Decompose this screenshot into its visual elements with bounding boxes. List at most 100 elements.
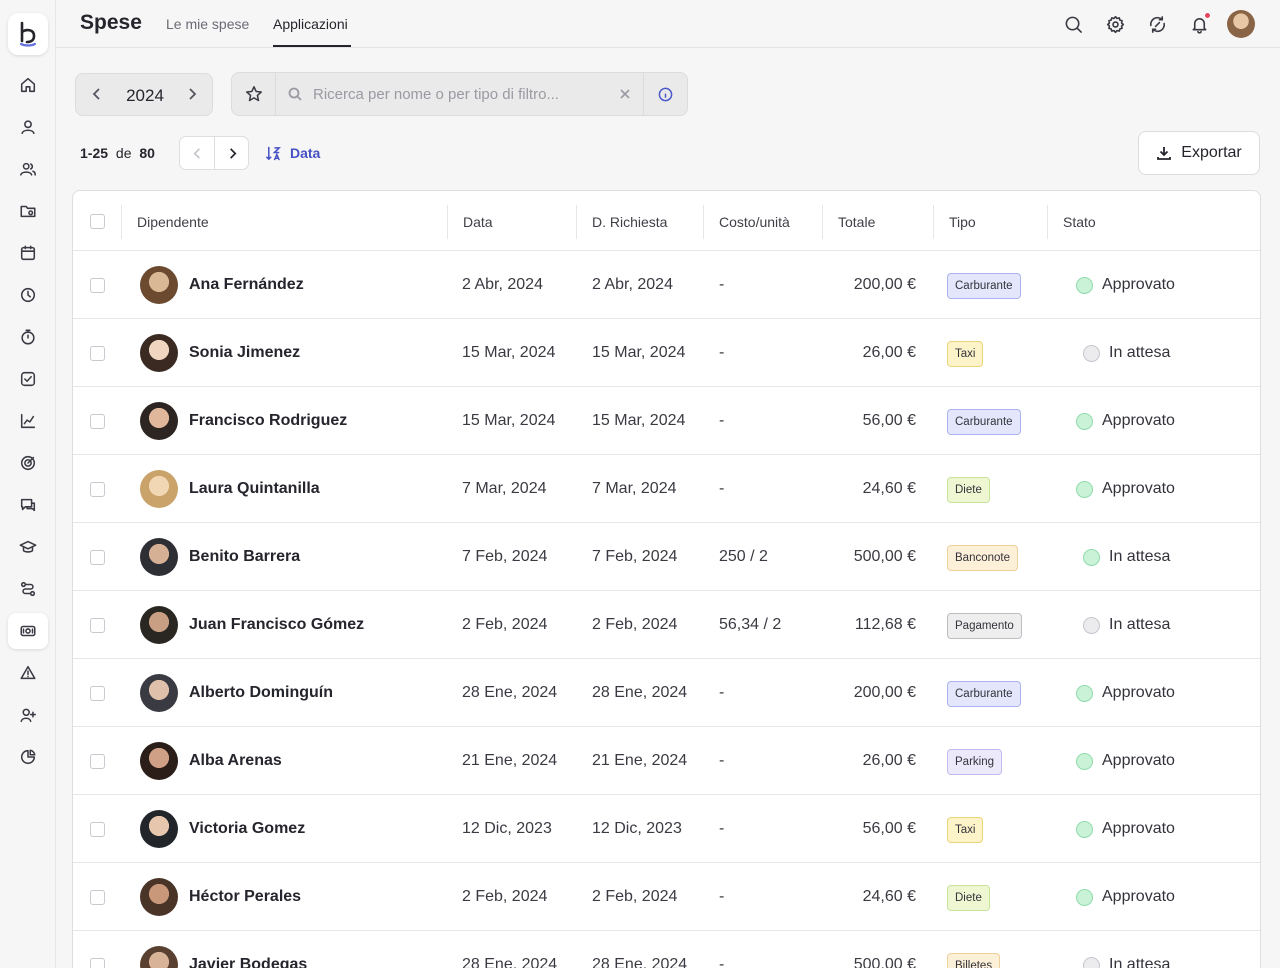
sort-label: Data xyxy=(290,145,321,161)
sidebar-item-home[interactable] xyxy=(8,67,48,103)
request-date: 7 Feb, 2024 xyxy=(592,548,678,565)
column-header-richiesta[interactable]: D. Richiesta xyxy=(592,214,667,230)
expense-total: 200,00 € xyxy=(853,276,916,293)
sidebar-item-user-plus[interactable] xyxy=(8,697,48,733)
updates-rocket-icon[interactable] xyxy=(1146,13,1168,35)
home-icon xyxy=(20,77,36,93)
employee-name[interactable]: Javier Bodegas xyxy=(189,956,307,968)
expense-total: 500,00 € xyxy=(853,956,916,968)
unit-cost: - xyxy=(719,412,725,429)
search-input[interactable] xyxy=(313,83,603,105)
employee-name[interactable]: Héctor Perales xyxy=(189,888,301,906)
graduation-cap-icon xyxy=(19,540,37,553)
employee-name[interactable]: Sonia Jimenez xyxy=(189,344,300,362)
column-divider xyxy=(447,205,448,239)
top-bar: Spese Le mie spese Applicazioni xyxy=(56,0,1280,48)
table-row[interactable]: Francisco Rodriguez 15 Mar, 2024 15 Mar, 2… xyxy=(73,387,1260,455)
row-checkbox[interactable] xyxy=(90,346,105,361)
table-row[interactable]: Victoria Gomez 12 Dic, 2023 12 Dic, 2023 - 5… xyxy=(73,795,1260,863)
sidebar-item-chat[interactable] xyxy=(8,487,48,523)
table-row[interactable]: Héctor Perales 2 Feb, 2024 2 Feb, 2024 - 24,… xyxy=(73,863,1260,931)
row-checkbox[interactable] xyxy=(90,958,105,968)
sidebar-item-calendar[interactable] xyxy=(8,235,48,271)
expense-type-tag: Taxi xyxy=(947,817,984,843)
previous-page-button[interactable] xyxy=(180,137,215,169)
request-date: 21 Ene, 2024 xyxy=(592,752,688,769)
export-button[interactable]: Exportar xyxy=(1138,131,1260,175)
request-date: 28 Ene, 2024 xyxy=(592,684,688,701)
request-date: 28 Ene, 2024 xyxy=(592,956,688,968)
request-date: 12 Dic, 2023 xyxy=(592,820,682,837)
row-checkbox[interactable] xyxy=(90,618,105,633)
table-row[interactable]: Ana Fernández 2 Abr, 2024 2 Abr, 2024 - 200,… xyxy=(73,251,1260,319)
expense-type-tag: Pagamento xyxy=(947,613,1022,639)
sidebar-item-stopwatch[interactable] xyxy=(8,319,48,355)
employee-name[interactable]: Benito Barrera xyxy=(189,548,300,566)
folder-icon xyxy=(20,205,36,218)
sidebar-item-chart[interactable] xyxy=(8,403,48,439)
employee-name[interactable]: Victoria Gomez xyxy=(189,820,305,838)
table-row[interactable]: Juan Francisco Gómez 2 Feb, 2024 2 Feb, 20… xyxy=(73,591,1260,659)
request-date: 2 Abr, 2024 xyxy=(592,276,673,293)
table-row[interactable]: Alba Arenas 21 Ene, 2024 21 Ene, 2024 - 26,0… xyxy=(73,727,1260,795)
sidebar-item-workflow[interactable] xyxy=(8,571,48,607)
sidebar-item-user[interactable] xyxy=(8,109,48,145)
table-row[interactable]: Sonia Jimenez 15 Mar, 2024 15 Mar, 2024 - 26… xyxy=(73,319,1260,387)
sidebar-item-graduation-cap[interactable] xyxy=(8,529,48,565)
next-page-button[interactable] xyxy=(215,137,250,169)
row-checkbox[interactable] xyxy=(90,754,105,769)
row-checkbox[interactable] xyxy=(90,550,105,565)
column-header-data[interactable]: Data xyxy=(463,214,493,230)
employee-name[interactable]: Juan Francisco Gómez xyxy=(189,616,364,634)
employee-name[interactable]: Francisco Rodriguez xyxy=(189,412,347,430)
clear-icon[interactable] xyxy=(619,88,631,100)
sort-by-date-button[interactable]: Data xyxy=(265,144,320,162)
column-header-totale[interactable]: Totale xyxy=(838,214,875,230)
sidebar-item-folder[interactable] xyxy=(8,193,48,229)
table-row[interactable]: Javier Bodegas 28 Ene, 2024 28 Ene, 2024 - 5… xyxy=(73,931,1260,968)
column-divider xyxy=(822,205,823,239)
sidebar-item-users[interactable] xyxy=(8,151,48,187)
column-header-dipendente[interactable]: Dipendente xyxy=(137,214,209,230)
favorite-star-button[interactable] xyxy=(232,73,276,115)
tab-le-mie-spese[interactable]: Le mie spese xyxy=(166,16,249,32)
column-header-tipo[interactable]: Tipo xyxy=(949,214,976,230)
row-checkbox[interactable] xyxy=(90,414,105,429)
expenses-icon xyxy=(20,625,36,637)
notifications-bell-icon[interactable] xyxy=(1188,12,1211,35)
chevron-right-icon[interactable] xyxy=(185,87,199,101)
sidebar-item-pie-chart[interactable] xyxy=(8,739,48,775)
row-checkbox[interactable] xyxy=(90,890,105,905)
employee-name[interactable]: Alba Arenas xyxy=(189,752,282,770)
row-checkbox[interactable] xyxy=(90,278,105,293)
sidebar-item-clock[interactable] xyxy=(8,277,48,313)
avatar xyxy=(140,606,178,644)
info-icon xyxy=(658,87,673,101)
settings-gear-icon[interactable] xyxy=(1104,13,1126,35)
row-checkbox[interactable] xyxy=(90,822,105,837)
tab-applicazioni[interactable]: Applicazioni xyxy=(273,16,348,32)
sidebar-item-alert[interactable] xyxy=(8,655,48,691)
table-row[interactable]: Alberto Dominguín 28 Ene, 2024 28 Ene, 202… xyxy=(73,659,1260,727)
column-header-stato[interactable]: Stato xyxy=(1063,214,1096,230)
user-avatar[interactable] xyxy=(1227,10,1255,38)
table-row[interactable]: Benito Barrera 7 Feb, 2024 7 Feb, 2024 250 … xyxy=(73,523,1260,591)
employee-name[interactable]: Alberto Dominguín xyxy=(189,684,333,702)
search-icon[interactable] xyxy=(1062,13,1084,35)
table-row[interactable]: Laura Quintanilla 7 Mar, 2024 7 Mar, 2024 -… xyxy=(73,455,1260,523)
avatar xyxy=(140,402,178,440)
avatar xyxy=(140,878,178,916)
employee-name[interactable]: Ana Fernández xyxy=(189,276,304,294)
row-checkbox[interactable] xyxy=(90,686,105,701)
select-all-checkbox[interactable] xyxy=(90,214,105,229)
notification-dot xyxy=(1204,12,1211,19)
sidebar-item-target[interactable] xyxy=(8,445,48,481)
sidebar-item-expenses[interactable] xyxy=(8,613,48,649)
info-button[interactable] xyxy=(643,73,687,115)
row-checkbox[interactable] xyxy=(90,482,105,497)
column-header-costo[interactable]: Costo/unità xyxy=(719,214,790,230)
stopwatch-icon xyxy=(21,329,35,345)
employee-name[interactable]: Laura Quintanilla xyxy=(189,480,320,498)
app-logo[interactable] xyxy=(8,13,48,55)
sidebar-item-check-square[interactable] xyxy=(8,361,48,397)
